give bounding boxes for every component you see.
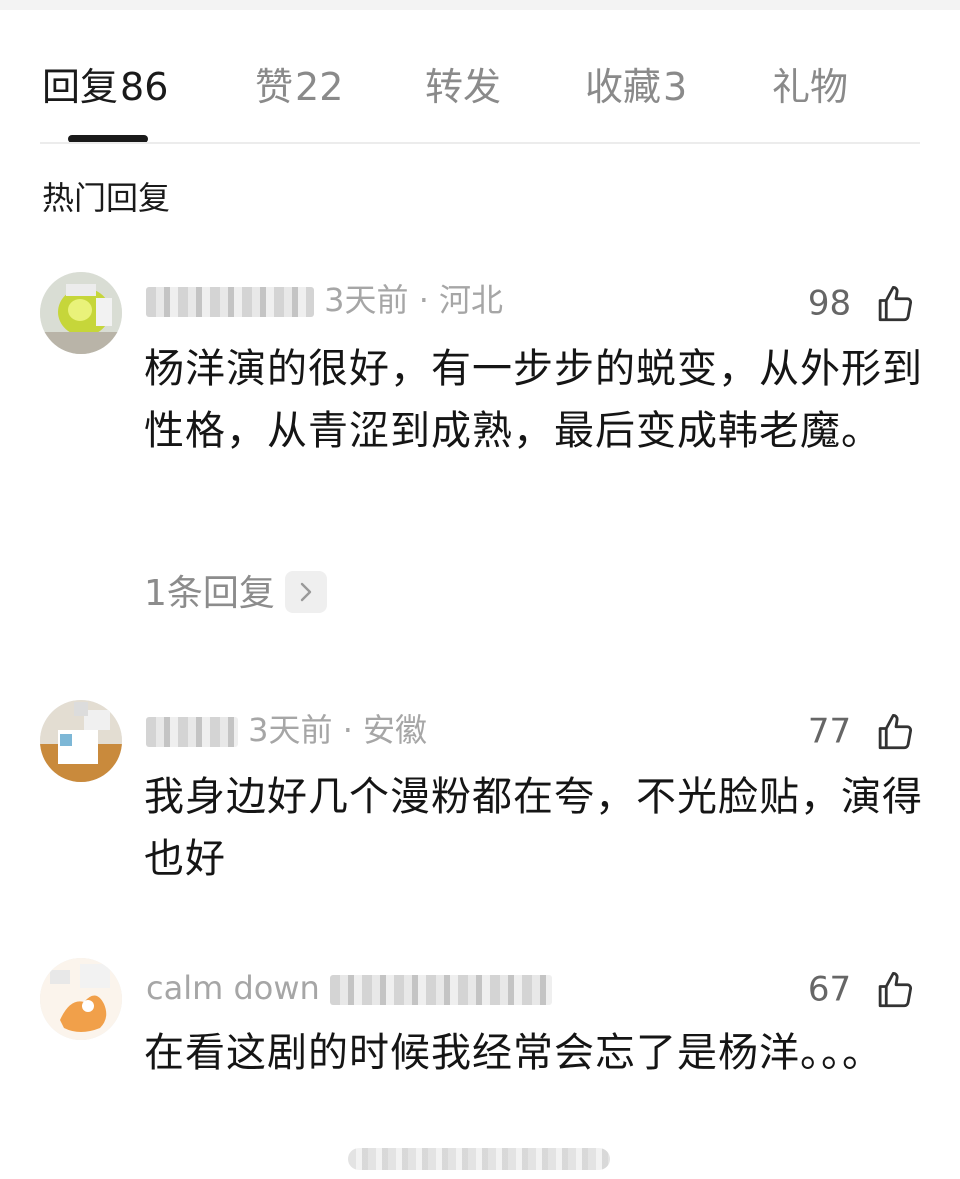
chevron-right-icon [284, 571, 327, 613]
tab-bar: 回复86 赞22 转发 收藏3 礼物 [0, 60, 960, 120]
view-replies-link[interactable]: 1条回复 [144, 571, 327, 616]
avatar[interactable] [40, 958, 122, 1040]
comment-text: 我身边好几个漫粉都在夸，不光脸贴，演得也好 [144, 774, 923, 882]
tab-likes[interactable]: 赞22 [255, 60, 343, 114]
tab-replies[interactable]: 回复86 [42, 60, 168, 114]
avatar-image [40, 958, 122, 1040]
tab-favorites-count: 3 [663, 65, 688, 109]
avatar-image [40, 700, 122, 782]
tab-favorites[interactable]: 收藏3 [585, 60, 687, 114]
avatar-image [40, 272, 122, 354]
tab-favorites-label: 收藏 [585, 65, 662, 109]
username-redacted [146, 717, 238, 747]
comment-meta-text: calm down [146, 969, 320, 1007]
tabs-divider [40, 142, 920, 144]
comment-meta: 3天前 · 河北 [146, 278, 503, 322]
username-redacted [146, 287, 314, 317]
tab-gifts-label: 礼物 [772, 65, 849, 109]
comment-text: 杨洋演的很好，有一步步的蜕变，从外形到性格，从青涩到成熟，最后变成韩老魔。 [144, 346, 923, 454]
avatar[interactable] [40, 272, 122, 354]
view-replies-label: 1条回复 [144, 573, 275, 614]
avatar[interactable] [40, 700, 122, 782]
tab-reposts[interactable]: 转发 [425, 60, 501, 114]
like-button[interactable]: 77 [808, 708, 916, 754]
tab-gifts[interactable]: 礼物 [772, 60, 848, 114]
tab-likes-label: 赞 [255, 65, 294, 109]
section-title: 热门回复 [42, 179, 171, 217]
comment-meta-text: 3天前 · 安徽 [248, 711, 428, 749]
watermark-redacted [348, 1148, 610, 1170]
thumbs-up-icon [878, 971, 913, 1007]
meta-redacted [329, 975, 552, 1005]
comment-text: 在看这剧的时候我经常会忘了是杨洋。。。 [144, 1030, 883, 1076]
top-strip [0, 0, 960, 10]
like-button[interactable]: 67 [808, 966, 916, 1012]
like-button[interactable]: 98 [808, 280, 916, 326]
tab-likes-count: 22 [295, 65, 344, 109]
comment-meta-text: 3天前 · 河北 [324, 281, 504, 319]
like-count: 98 [807, 283, 852, 324]
like-count: 77 [807, 711, 852, 752]
tab-replies-label: 回复 [42, 65, 119, 109]
tab-replies-count: 86 [120, 65, 169, 109]
comment-meta: 3天前 · 安徽 [146, 708, 427, 752]
comment-meta: calm down [146, 966, 552, 1010]
thumbs-up-icon [878, 285, 913, 321]
tab-reposts-label: 转发 [425, 65, 502, 109]
like-count: 67 [807, 969, 852, 1010]
thumbs-up-icon [878, 713, 913, 749]
